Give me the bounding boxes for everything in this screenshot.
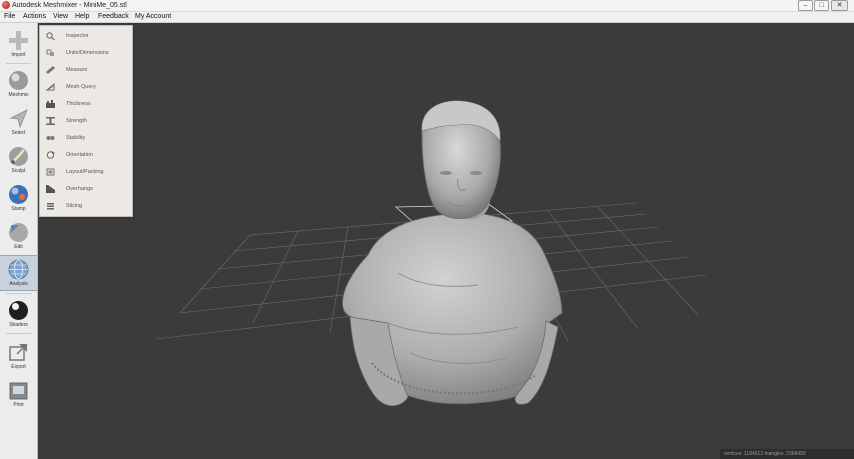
menu-item-label: Mesh Query	[66, 84, 96, 90]
toolbar-divider	[6, 333, 31, 334]
import-label: Import	[11, 52, 26, 58]
analysis-globe-icon	[8, 259, 29, 280]
toolbar-divider	[6, 293, 31, 294]
meshmix-label: Meshmix	[8, 92, 29, 98]
print-icon	[9, 382, 28, 400]
menu-item-label: Thickness	[66, 101, 91, 107]
edit-tool[interactable]: Edit	[0, 219, 37, 253]
stamp-tool[interactable]: Stamp	[0, 181, 37, 215]
menu-item-label: Strength	[66, 118, 87, 124]
meshmixer-app-icon	[2, 1, 10, 9]
import-tool[interactable]: Import	[0, 27, 37, 61]
3d-viewport[interactable]	[38, 23, 854, 459]
menu-item-label: Overhangs	[66, 186, 93, 192]
analysis-tool[interactable]: Analysis	[0, 255, 37, 291]
meshmix-sphere-icon	[9, 71, 28, 90]
left-toolbar: Import Meshmix Select Sculpt Stamp Edit …	[0, 23, 38, 459]
menu-help[interactable]: Help	[75, 12, 89, 22]
sculpt-tool[interactable]: Sculpt	[0, 143, 37, 177]
select-label: Select	[11, 130, 26, 136]
thickness-icon	[46, 100, 55, 108]
analysis-menu: Inspector Units/Dimensions Measure Mesh …	[39, 25, 133, 217]
layout-packing-icon	[46, 168, 55, 176]
sculpt-label: Sculpt	[11, 168, 26, 174]
menu-actions[interactable]: Actions	[23, 12, 46, 22]
menu-item-label: Layout/Packing	[66, 169, 104, 175]
orientation-icon	[46, 151, 55, 159]
meshmix-tool[interactable]: Meshmix	[0, 67, 37, 101]
edit-label: Edit	[14, 244, 23, 250]
select-tool[interactable]: Select	[0, 105, 37, 139]
mesh-stats-status: vertices: 1184512 triangles: 2368450	[720, 449, 854, 459]
print-label: Print	[13, 402, 24, 408]
maximize-button[interactable]: □	[814, 0, 829, 11]
menu-item-label: Measure	[66, 67, 88, 73]
menu-item-label: Units/Dimensions	[66, 50, 109, 56]
menu-item-label: Stability	[66, 135, 86, 141]
menu-item-slicing[interactable]: Slicing	[40, 198, 132, 214]
shaders-tool[interactable]: Shaders	[0, 297, 37, 331]
shader-sphere-icon	[9, 301, 28, 320]
units-icon	[46, 49, 54, 56]
menu-item-mesh-query[interactable]: Mesh Query	[40, 79, 132, 95]
magnifier-icon	[46, 32, 55, 40]
scanned-bust-model[interactable]	[342, 100, 563, 407]
select-arrow-icon	[9, 109, 28, 129]
menu-item-measure[interactable]: Measure	[40, 62, 132, 78]
close-button[interactable]: ✕	[831, 0, 848, 11]
menu-item-label: Inspector	[66, 33, 89, 39]
analysis-label: Analysis	[9, 281, 28, 287]
overhangs-icon	[46, 185, 55, 193]
toolbar-divider	[6, 63, 31, 64]
menu-bar: File Actions View Help Feedback My Accou…	[0, 12, 854, 23]
window-title: Autodesk Meshmixer - MiniMe_05.stl	[12, 2, 127, 9]
export-icon	[9, 344, 27, 361]
ruler-icon	[46, 66, 55, 74]
menu-item-label: Slicing	[66, 203, 83, 209]
menu-file[interactable]: File	[4, 12, 15, 22]
menu-item-thickness[interactable]: Thickness	[40, 96, 132, 112]
export-label: Export	[11, 364, 26, 370]
menu-item-layout-packing[interactable]: Layout/Packing	[40, 164, 132, 180]
title-bar: Autodesk Meshmixer - MiniMe_05.stl – □ ✕	[0, 0, 854, 12]
edit-icon	[9, 223, 28, 242]
menu-item-stability[interactable]: Stability	[40, 130, 132, 146]
shaders-label: Shaders	[9, 322, 28, 328]
sculpt-brush-icon	[9, 147, 28, 166]
menu-item-strength[interactable]: Strength	[40, 113, 132, 129]
plus-icon	[9, 31, 28, 50]
menu-item-orientation[interactable]: Orientation	[40, 147, 132, 163]
menu-view[interactable]: View	[53, 12, 68, 22]
menu-item-label: Orientation	[66, 152, 93, 158]
menu-item-inspector[interactable]: Inspector	[40, 28, 132, 44]
menu-item-overhangs[interactable]: Overhangs	[40, 181, 132, 197]
menu-my-account[interactable]: My Account	[135, 12, 171, 22]
stability-icon	[46, 136, 55, 140]
print-tool[interactable]: Print	[0, 377, 37, 411]
menu-feedback[interactable]: Feedback	[98, 12, 129, 22]
strength-icon	[46, 117, 55, 125]
menu-item-units-dimensions[interactable]: Units/Dimensions	[40, 45, 132, 61]
stamp-label: Stamp	[11, 206, 26, 212]
minimize-button[interactable]: –	[798, 0, 813, 11]
scene-canvas[interactable]	[38, 23, 854, 459]
export-tool[interactable]: Export	[0, 339, 37, 373]
slicing-icon	[47, 203, 54, 210]
mesh-query-icon	[46, 83, 55, 91]
stamp-icon	[9, 185, 28, 204]
